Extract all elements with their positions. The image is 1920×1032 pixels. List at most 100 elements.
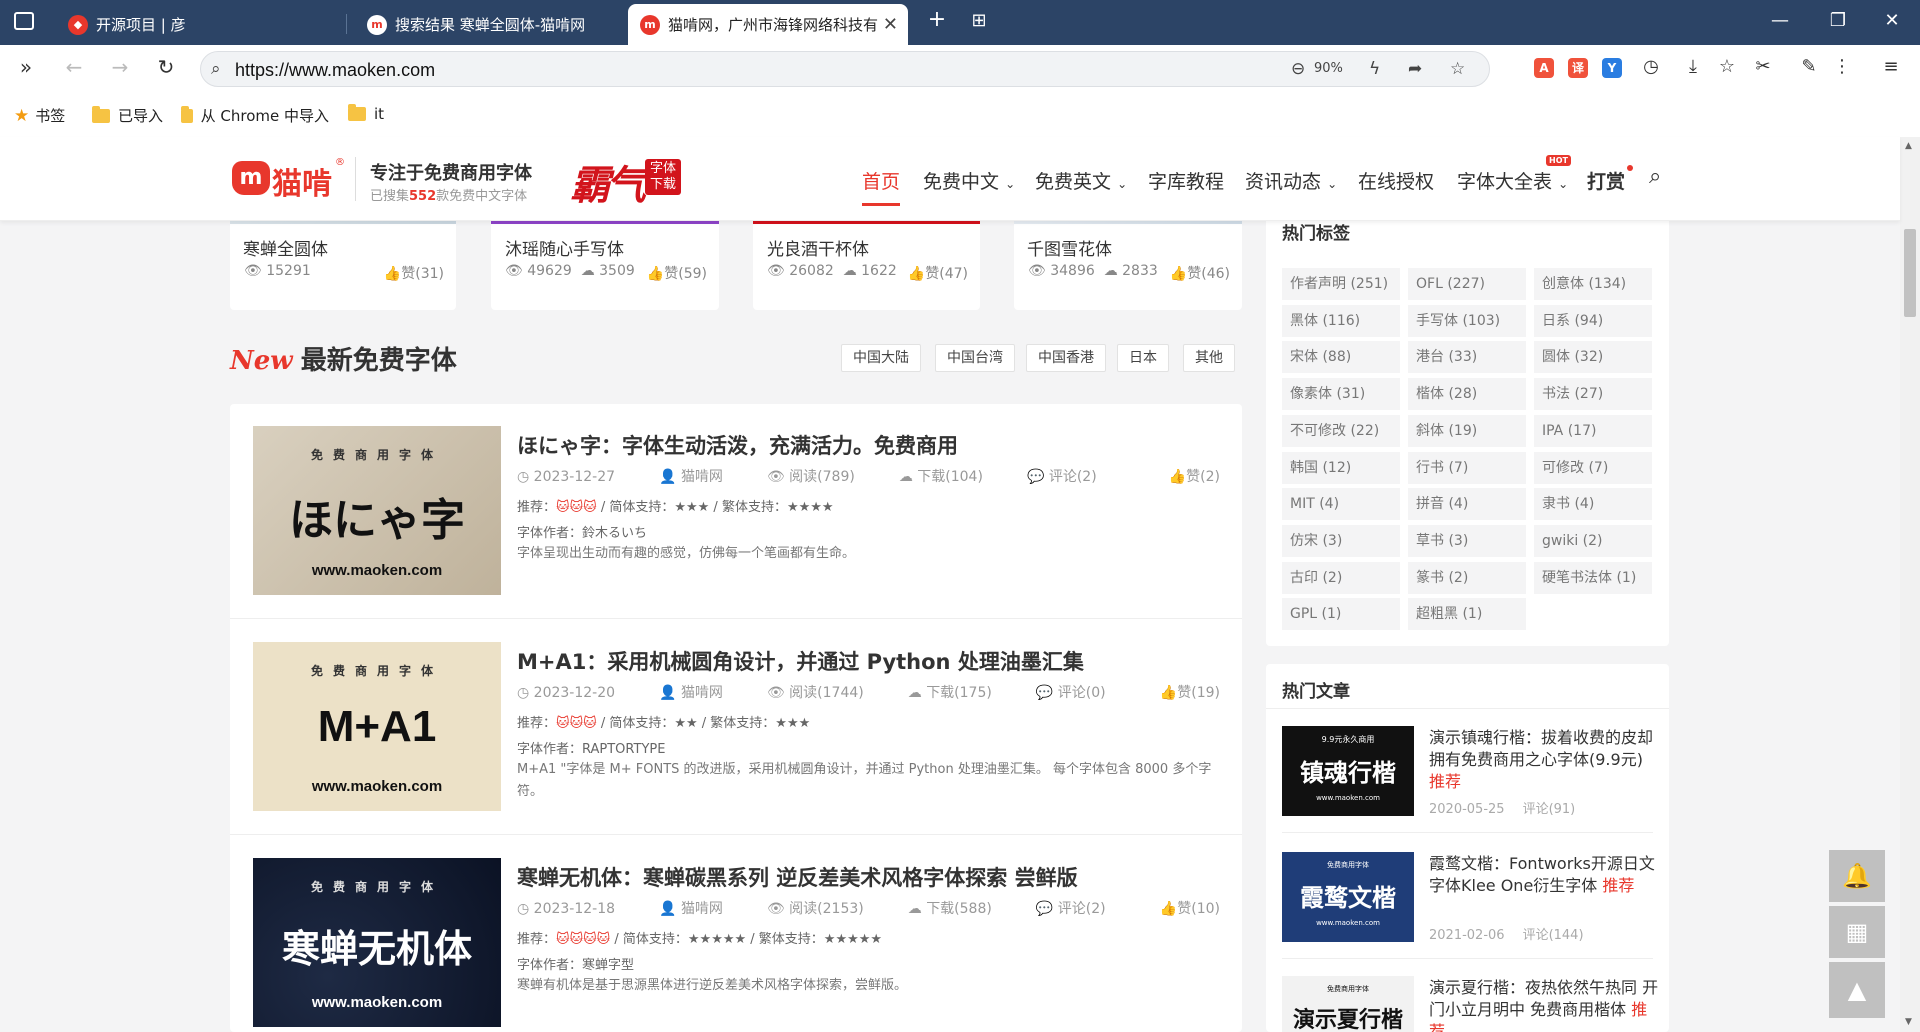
close-tab-icon[interactable]: ✕	[883, 14, 898, 35]
nav-free-chinese[interactable]: 免费中文 ⌄	[923, 167, 1015, 194]
banner-calligraphy[interactable]: 霸气	[570, 153, 646, 211]
tag-chip[interactable]: 不可修改 (22)	[1282, 414, 1400, 447]
article-title[interactable]: 演示夏行楷：夜热依然午热同 开门小立月明中 免费商用楷体 推荐	[1429, 977, 1661, 1032]
tag-chip[interactable]: 隶书 (4)	[1534, 488, 1652, 521]
region-filter-other[interactable]: 其他	[1183, 344, 1235, 372]
nav-tutorials[interactable]: 字库教程	[1148, 167, 1224, 194]
tab-3-active[interactable]: m 猫啃网，广州市海锋网络科技有限公司 ✕	[628, 4, 908, 45]
card-title[interactable]: 光良酒干杯体	[767, 235, 869, 260]
tag-chip[interactable]: 黑体 (116)	[1282, 304, 1400, 337]
card-title[interactable]: 沐瑶随心手写体	[505, 235, 624, 260]
nav-home[interactable]: 首页	[862, 167, 901, 206]
tab-1[interactable]: ◆ 开源项目 | 彦	[56, 4, 336, 45]
logo-text[interactable]: 猫啃	[272, 159, 332, 203]
back-to-top-icon[interactable]: ▲	[1829, 962, 1885, 1018]
tag-chip[interactable]: 篆书 (2)	[1408, 561, 1526, 594]
more-menu-icon[interactable]: ⋮	[1829, 56, 1855, 77]
card-title[interactable]: 千图雪花体	[1027, 235, 1112, 260]
nav-free-english[interactable]: 免费英文 ⌄	[1035, 167, 1127, 194]
tag-chip[interactable]: gwiki (2)	[1534, 524, 1652, 557]
tag-chip[interactable]: 作者声明 (251)	[1282, 268, 1400, 300]
top-font-card[interactable]: 光良酒干杯体 👁 26082 ☁ 1622 👍赞(47)	[753, 206, 980, 310]
tag-chip[interactable]: 古印 (2)	[1282, 561, 1400, 594]
top-font-card[interactable]: 千图雪花体 👁 34896 ☁ 2833 👍赞(46)	[1014, 206, 1242, 310]
tab-grid-icon[interactable]: ⊞	[965, 10, 993, 31]
tag-chip[interactable]: 手写体 (103)	[1408, 304, 1526, 337]
tag-chip[interactable]: 书法 (27)	[1534, 378, 1652, 411]
top-font-card[interactable]: 寒蝉全圆体 👁 15291 👍赞(31)	[230, 206, 456, 310]
card-likes[interactable]: 👍赞(31)	[384, 263, 444, 283]
url-text[interactable]: https://www.maoken.com	[235, 60, 435, 81]
nav-donate[interactable]: 打赏	[1587, 167, 1625, 194]
tag-chip[interactable]: IPA (17)	[1534, 414, 1652, 447]
tag-chip[interactable]: 仿宋 (3)	[1282, 524, 1400, 557]
tag-chip[interactable]: 像素体 (31)	[1282, 378, 1400, 411]
history-icon[interactable]: ◷	[1638, 56, 1664, 77]
translate-extension-icon[interactable]: 译	[1568, 58, 1588, 78]
tag-chip[interactable]: 港台 (33)	[1408, 341, 1526, 374]
back-icon[interactable]: ←	[60, 55, 88, 79]
scrollbar-thumb[interactable]	[1904, 229, 1916, 317]
region-filter-japan[interactable]: 日本	[1117, 344, 1169, 372]
font-title[interactable]: ほにゃ字：字体生动活泼，充满活力。免费商用	[517, 430, 958, 460]
tag-chip[interactable]: 硬笔书法体 (1)	[1534, 561, 1652, 594]
tag-chip[interactable]: 斜体 (19)	[1408, 414, 1526, 447]
scroll-up-icon[interactable]: ▲	[1905, 141, 1912, 151]
article-title[interactable]: 霞鹜文楷：Fontworks开源日文字体Klee One衍生字体 推荐	[1429, 853, 1661, 897]
bookmark-star[interactable]: ★ 书签	[14, 105, 65, 126]
like-button[interactable]: 👍赞(10)	[1160, 898, 1220, 918]
font-title[interactable]: 寒蝉无机体：寒蝉碳黑系列 逆反差美术风格字体探索 尝鲜版	[517, 862, 1078, 892]
card-likes[interactable]: 👍赞(59)	[647, 263, 707, 283]
script-extension-icon[interactable]: Y	[1602, 58, 1622, 78]
card-likes[interactable]: 👍赞(47)	[908, 263, 968, 283]
sidebar-toggle-icon[interactable]	[14, 12, 34, 30]
region-filter-hongkong[interactable]: 中国香港	[1026, 344, 1106, 372]
font-thumbnail[interactable]: 免费商用字体 ほにゃ字 www.maoken.com	[253, 426, 501, 595]
article-thumbnail[interactable]: 免费商用字体 霞鹜文楷 www.maoken.com	[1282, 852, 1414, 942]
tag-chip[interactable]: 宋体 (88)	[1282, 341, 1400, 374]
scroll-down-icon[interactable]: ▼	[1905, 1017, 1912, 1027]
bookmark-folder-chrome[interactable]: 从 Chrome 中导入	[181, 105, 329, 126]
search-icon[interactable]: ⌕	[1649, 164, 1661, 189]
pdf-extension-icon[interactable]: A	[1534, 58, 1554, 78]
share-icon[interactable]: ➦	[1408, 59, 1422, 79]
tag-chip[interactable]: 草书 (3)	[1408, 524, 1526, 557]
like-button[interactable]: 👍赞(19)	[1160, 682, 1220, 702]
tag-chip[interactable]: 创意体 (134)	[1534, 268, 1652, 300]
reload-icon[interactable]: ↻	[152, 55, 180, 79]
tag-chip[interactable]: 楷体 (28)	[1408, 378, 1526, 411]
close-window-icon[interactable]: ✕	[1878, 10, 1906, 31]
new-tab-icon[interactable]: +	[923, 7, 951, 32]
card-likes[interactable]: 👍赞(46)	[1170, 263, 1230, 283]
nav-online-license[interactable]: 在线授权	[1358, 167, 1434, 194]
tag-chip[interactable]: 日系 (94)	[1534, 304, 1652, 337]
region-filter-mainland[interactable]: 中国大陆	[841, 344, 921, 372]
font-title[interactable]: M+A1：采用机械圆角设计，并通过 Python 处理油墨汇集	[517, 646, 1084, 676]
tag-chip[interactable]: 拼音 (4)	[1408, 488, 1526, 521]
font-thumbnail[interactable]: 免费商用字体 M+A1 www.maoken.com	[253, 642, 501, 811]
tab-2[interactable]: m 搜索结果 寒蝉全圆体-猫啃网	[355, 4, 625, 45]
pen-icon[interactable]: ✎	[1796, 56, 1822, 77]
url-bar[interactable]: ⌕ https://www.maoken.com ⊖ 90% ϟ ➦ ☆	[200, 51, 1490, 87]
maoken-logo-icon[interactable]: m	[232, 161, 270, 195]
download-icon[interactable]: ⤓	[1680, 56, 1706, 77]
collections-icon[interactable]: ☆	[1714, 56, 1740, 77]
restore-icon[interactable]: ❐	[1824, 10, 1852, 31]
screenshot-icon[interactable]: ✂	[1750, 56, 1776, 77]
lightning-icon[interactable]: ϟ	[1369, 59, 1380, 79]
tag-chip[interactable]: 圆体 (32)	[1534, 341, 1652, 374]
tag-chip[interactable]: GPL (1)	[1282, 598, 1400, 631]
bookmark-folder-it[interactable]: it	[348, 104, 384, 123]
tag-chip[interactable]: MIT (4)	[1282, 488, 1400, 521]
region-filter-taiwan[interactable]: 中国台湾	[935, 344, 1015, 372]
bell-icon[interactable]: 🔔	[1829, 850, 1885, 902]
forward-icon[interactable]: →	[106, 55, 134, 79]
minimize-icon[interactable]: —	[1766, 10, 1794, 31]
tag-chip[interactable]: 行书 (7)	[1408, 451, 1526, 484]
expand-sidebar-icon[interactable]: »	[12, 55, 40, 79]
hamburger-menu-icon[interactable]: ≡	[1878, 56, 1904, 77]
page-scrollbar[interactable]: ▲ ▼	[1900, 137, 1920, 1032]
tag-chip[interactable]: OFL (227)	[1408, 268, 1526, 300]
nav-font-table[interactable]: 字体大全表 ⌄	[1457, 167, 1568, 194]
top-font-card[interactable]: 沐瑶随心手写体 👁 49629 ☁ 3509 👍赞(59)	[491, 206, 719, 310]
